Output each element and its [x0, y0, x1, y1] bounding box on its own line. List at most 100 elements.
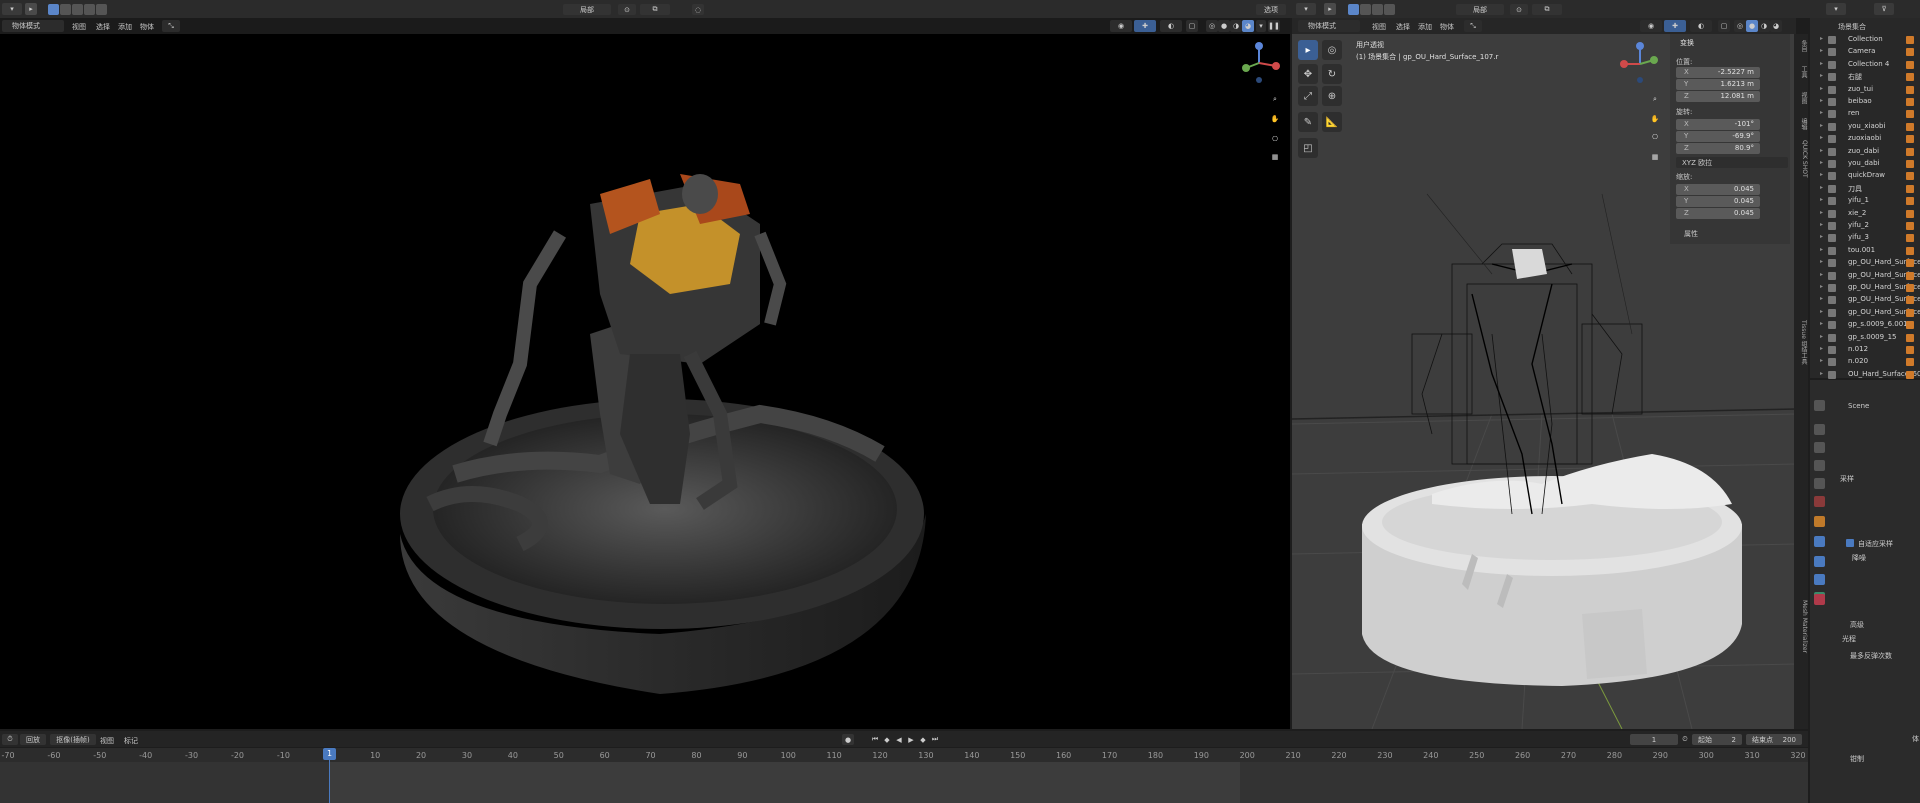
- outliner-item[interactable]: ▸ beibao: [1820, 96, 1920, 108]
- outliner-item[interactable]: ▸ 右腿: [1820, 71, 1920, 83]
- left-menu-select[interactable]: 选择: [96, 22, 110, 32]
- rotation-z-field[interactable]: Z 80.9°: [1676, 143, 1760, 154]
- world-properties-icon[interactable]: [1814, 496, 1825, 507]
- right-xray-button[interactable]: ▢: [1718, 20, 1730, 32]
- expand-arrow-icon[interactable]: ▸: [1820, 184, 1823, 191]
- object-data-icon[interactable]: [1906, 73, 1914, 82]
- orientation-dropdown-right[interactable]: 局部: [1456, 4, 1504, 15]
- left-nav-gizmo[interactable]: [1236, 40, 1282, 86]
- orientation-dropdown[interactable]: 局部: [563, 4, 611, 15]
- outliner-root[interactable]: 场景集合: [1838, 22, 1866, 32]
- editor-type-button[interactable]: ▾: [2, 3, 22, 15]
- end-frame-field[interactable]: 结束点 200: [1746, 734, 1802, 745]
- tab-view[interactable]: 视图: [1796, 92, 1808, 104]
- expand-arrow-icon[interactable]: ▸: [1820, 357, 1823, 364]
- outliner-item[interactable]: ▸gp_OU_Hard_Surface_9: [1820, 294, 1920, 306]
- outliner-item[interactable]: ▸gp_OU_Hard_Surface_9: [1820, 282, 1920, 294]
- select-tool-button-right[interactable]: ▸: [1324, 3, 1336, 15]
- object-data-icon[interactable]: [1906, 122, 1914, 131]
- left-camera-button[interactable]: ⎔: [1268, 132, 1282, 146]
- expand-arrow-icon[interactable]: ▸: [1820, 271, 1823, 278]
- select-tool[interactable]: ▸: [1298, 40, 1318, 60]
- left-overlay-button[interactable]: ◐: [1160, 20, 1182, 32]
- left-viewport-render[interactable]: [0, 34, 1290, 729]
- object-data-icon[interactable]: [1906, 197, 1914, 206]
- outliner-item[interactable]: ▸ 刀具: [1820, 183, 1920, 195]
- right-gizmo-dropdown[interactable]: ⤡: [1464, 20, 1482, 32]
- rotate-tool[interactable]: ↻: [1322, 64, 1342, 84]
- expand-arrow-icon[interactable]: ▸: [1820, 85, 1823, 92]
- outliner-item[interactable]: ▸gp_OU_Hard_Surface_1: [1820, 257, 1920, 269]
- snap-dropdown-right[interactable]: ⧉: [1532, 4, 1562, 15]
- object-data-icon[interactable]: [1906, 172, 1914, 181]
- select-subtract-icon[interactable]: [72, 4, 83, 15]
- timeline-marker-menu[interactable]: 标记: [124, 736, 138, 746]
- expand-arrow-icon[interactable]: ▸: [1820, 370, 1823, 377]
- next-keyframe-button[interactable]: ◆: [918, 734, 928, 745]
- rotation-y-field[interactable]: Y -69.9°: [1676, 131, 1760, 142]
- tab-tissue[interactable]: Tissue 组结工具: [1796, 320, 1808, 365]
- left-menu-object[interactable]: 物体: [140, 22, 154, 32]
- right-overlay-button[interactable]: ◐: [1690, 20, 1712, 32]
- object-data-icon[interactable]: [1906, 333, 1914, 342]
- tab-quickshot[interactable]: QUICK SHOT: [1796, 140, 1808, 178]
- outliner-filter-button[interactable]: ⊽: [1874, 3, 1894, 15]
- expand-arrow-icon[interactable]: ▸: [1820, 147, 1823, 154]
- prev-keyframe-button[interactable]: ◆: [882, 734, 892, 745]
- expand-arrow-icon[interactable]: ▸: [1820, 47, 1823, 54]
- outliner-item[interactable]: ▸ OU_Hard_Surface_604: [1820, 369, 1920, 381]
- expand-arrow-icon[interactable]: ▸: [1820, 283, 1823, 290]
- object-data-icon[interactable]: [1906, 246, 1914, 255]
- proportional-edit-button[interactable]: ◌: [692, 4, 704, 15]
- pivot-dropdown-right[interactable]: ⊙: [1510, 4, 1528, 15]
- physics-properties-icon[interactable]: [1814, 574, 1825, 585]
- tab-mesh-materializer[interactable]: Mesh Materializer: [1796, 600, 1808, 653]
- object-data-icon[interactable]: [1906, 110, 1914, 119]
- play-button[interactable]: ▶: [906, 734, 916, 745]
- outliner-item[interactable]: ▸gp_OU_Hard_Surface_9: [1820, 307, 1920, 319]
- right-shading-rendered[interactable]: ◕: [1770, 20, 1782, 32]
- left-menu-view[interactable]: 视图: [72, 22, 86, 32]
- properties-tool-icon[interactable]: [1814, 400, 1825, 411]
- left-transform-gizmo-dropdown[interactable]: ⤡: [162, 20, 180, 32]
- select-box-icon-right[interactable]: [1348, 4, 1359, 15]
- properties-subpanel[interactable]: 属性: [1684, 229, 1698, 239]
- denoise-header[interactable]: 降噪: [1852, 553, 1866, 563]
- right-shading-solid[interactable]: ●: [1746, 20, 1758, 32]
- right-menu-view[interactable]: 视图: [1372, 22, 1386, 32]
- add-cube-tool[interactable]: ◰: [1298, 138, 1318, 158]
- select-tool-button[interactable]: ▸: [25, 3, 37, 15]
- timeline-ruler[interactable]: [0, 748, 1808, 762]
- right-camera-button[interactable]: ⎔: [1648, 130, 1662, 144]
- expand-arrow-icon[interactable]: ▸: [1820, 333, 1823, 340]
- location-y-field[interactable]: Y 1.6213 m: [1676, 79, 1760, 90]
- timeline-type-button[interactable]: ⏱: [2, 734, 18, 745]
- right-mode-dropdown[interactable]: 物体模式: [1298, 20, 1360, 32]
- object-data-icon[interactable]: [1906, 85, 1914, 94]
- outliner-item[interactable]: ▸ ren: [1820, 108, 1920, 120]
- modifier-properties-icon[interactable]: [1814, 536, 1825, 547]
- outliner-item[interactable]: ▸ you_xiaobi: [1820, 121, 1920, 133]
- light-paths-header[interactable]: 光程: [1842, 634, 1856, 644]
- outliner-item[interactable]: ▸ xie_2: [1820, 208, 1920, 220]
- left-shading-options[interactable]: ▾: [1256, 20, 1266, 32]
- select-box-icon[interactable]: [48, 4, 59, 15]
- scale-tool[interactable]: ⤢: [1298, 86, 1318, 106]
- outliner-item[interactable]: ▸ zuo_dabi: [1820, 146, 1920, 158]
- scene-properties-icon[interactable]: [1814, 478, 1825, 489]
- annotate-tool[interactable]: ✎: [1298, 112, 1318, 132]
- measure-tool[interactable]: 📐: [1322, 112, 1342, 132]
- expand-arrow-icon[interactable]: ▸: [1820, 320, 1823, 327]
- object-data-icon[interactable]: [1906, 135, 1914, 144]
- expand-arrow-icon[interactable]: ▸: [1820, 196, 1823, 203]
- outliner-item[interactable]: ▸ gp_s.0009_15: [1820, 332, 1920, 344]
- outliner-item[interactable]: ▸ Camera: [1820, 46, 1920, 58]
- object-data-icon[interactable]: [1906, 321, 1914, 330]
- object-data-icon[interactable]: [1906, 48, 1914, 57]
- expand-arrow-icon[interactable]: ▸: [1820, 134, 1823, 141]
- object-data-icon[interactable]: [1906, 60, 1914, 69]
- options-dropdown[interactable]: 选项: [1256, 4, 1286, 15]
- left-shading-rendered[interactable]: ◕: [1242, 20, 1254, 32]
- outliner-item[interactable]: ▸ n.020: [1820, 356, 1920, 368]
- right-visibility-button[interactable]: ◉: [1640, 20, 1662, 32]
